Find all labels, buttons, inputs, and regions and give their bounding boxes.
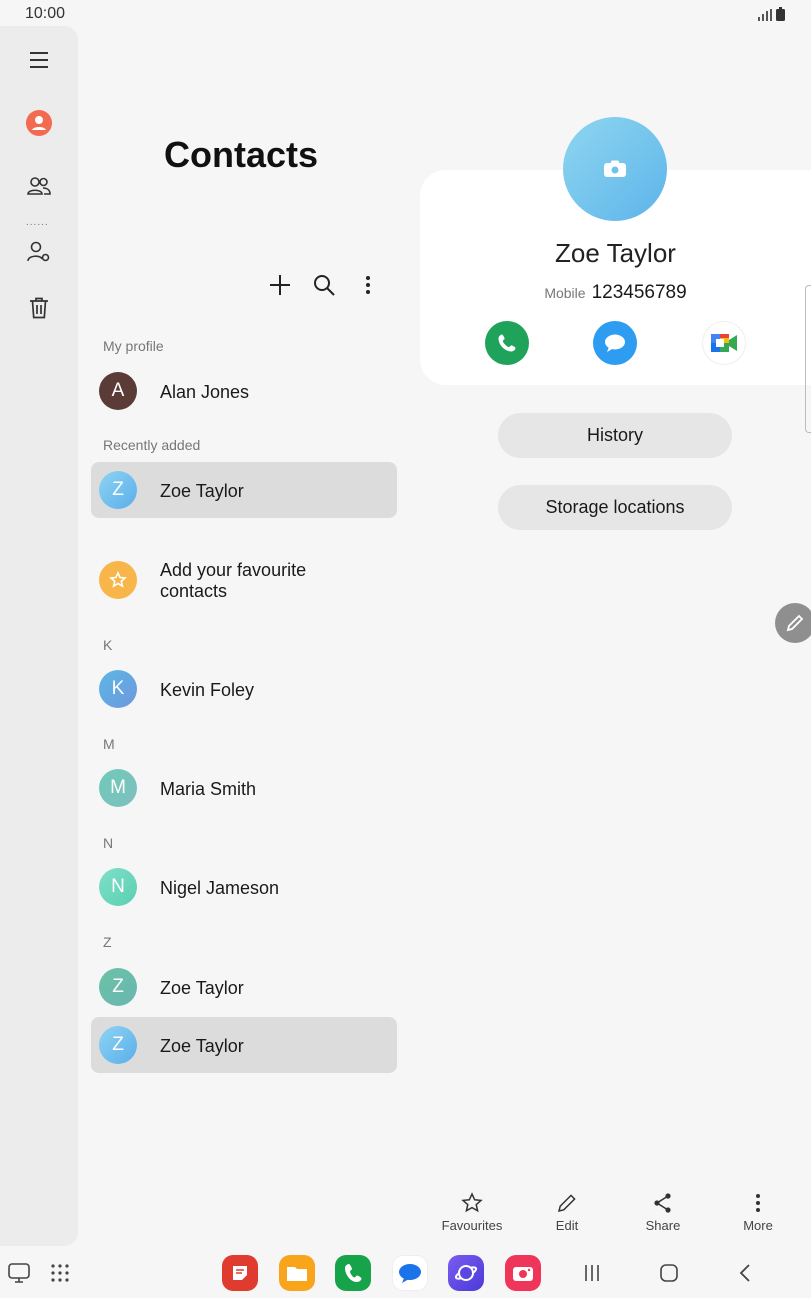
- video-call-icon: [711, 334, 737, 352]
- history-button[interactable]: History: [498, 413, 732, 458]
- pencil-icon: [786, 614, 804, 632]
- app-drawer-icon[interactable]: [46, 1260, 74, 1286]
- storage-locations-button[interactable]: Storage locations: [498, 485, 732, 530]
- home-nav-icon[interactable]: [655, 1260, 683, 1286]
- rail-separator: ......: [26, 217, 49, 228]
- status-bar: 10:00: [0, 0, 811, 28]
- back-nav-icon[interactable]: [731, 1260, 759, 1286]
- favourites-prompt: Add your favourite contacts: [160, 560, 307, 601]
- favourites-label: Favourites: [441, 1218, 503, 1233]
- contact-name: Zoe Taylor: [160, 978, 244, 998]
- menu-icon[interactable]: [19, 40, 59, 80]
- favourites-button[interactable]: Favourites: [432, 1190, 512, 1233]
- add-favourites-row[interactable]: Add your favourite contacts: [91, 552, 397, 608]
- contact-row[interactable]: N Nigel Jameson: [91, 859, 397, 915]
- contact-phone: Mobile 123456789: [420, 282, 811, 304]
- video-call-button[interactable]: [702, 321, 746, 365]
- section-header-z: Z: [103, 934, 112, 950]
- contacts-list-pane: Contacts My profile A Alan Jones Recentl…: [78, 26, 418, 1186]
- message-button[interactable]: [593, 321, 637, 365]
- avatar: N: [99, 868, 137, 906]
- contact-name: Maria Smith: [160, 779, 257, 799]
- battery-icon: [776, 7, 785, 21]
- contact-name: Zoe Taylor: [160, 481, 244, 501]
- contact-name: Nigel Jameson: [160, 878, 280, 898]
- phone-number[interactable]: 123456789: [592, 282, 687, 303]
- call-button[interactable]: [485, 321, 529, 365]
- avatar: K: [99, 670, 137, 708]
- contact-row[interactable]: K Kevin Foley: [91, 661, 397, 717]
- notes-app-icon[interactable]: [222, 1255, 258, 1291]
- avatar: A: [99, 372, 137, 410]
- contact-name: Alan Jones: [160, 382, 250, 402]
- more-label: More: [743, 1218, 773, 1233]
- share-icon: [623, 1190, 703, 1216]
- search-icon[interactable]: [312, 272, 336, 298]
- list-toolbar: [268, 272, 380, 298]
- files-app-icon[interactable]: [279, 1255, 315, 1291]
- section-label-my-profile: My profile: [103, 338, 164, 354]
- more-button[interactable]: More: [718, 1190, 798, 1233]
- add-icon[interactable]: [268, 272, 292, 298]
- contact-name: Zoe Taylor: [160, 1036, 244, 1056]
- page-title: Contacts: [164, 134, 319, 175]
- message-icon: [605, 334, 625, 352]
- contacts-group-icon[interactable]: [19, 166, 59, 206]
- edit-fab-button[interactable]: [775, 603, 811, 643]
- section-header-m: M: [103, 736, 115, 752]
- avatar: Z: [99, 968, 137, 1006]
- more-vert-icon: [718, 1190, 798, 1216]
- contact-photo[interactable]: [563, 117, 667, 221]
- contact-row[interactable]: Z Zoe Taylor: [91, 1017, 397, 1073]
- signal-icon: [758, 9, 772, 21]
- camera-icon: [604, 160, 626, 177]
- recent-apps-panel-icon[interactable]: [5, 1260, 33, 1286]
- camera-app-icon[interactable]: [505, 1255, 541, 1291]
- avatar: M: [99, 769, 137, 807]
- contact-name: Kevin Foley: [160, 680, 255, 700]
- star-icon: [432, 1190, 512, 1216]
- status-time: 10:00: [25, 5, 66, 22]
- status-icons: [758, 7, 785, 21]
- more-vert-icon[interactable]: [356, 272, 380, 298]
- section-header-k: K: [103, 637, 113, 653]
- trash-icon[interactable]: [19, 288, 59, 328]
- star-icon: [99, 561, 137, 599]
- contact-row[interactable]: M Maria Smith: [91, 760, 397, 816]
- contact-row[interactable]: Z Zoe Taylor: [91, 959, 397, 1015]
- messages-app-icon[interactable]: [392, 1255, 428, 1291]
- avatar: Z: [99, 471, 137, 509]
- navigation-rail: ......: [0, 26, 78, 1246]
- recently-added-row[interactable]: Z Zoe Taylor: [91, 462, 397, 518]
- taskbar: [0, 1248, 811, 1298]
- pencil-icon: [527, 1190, 607, 1216]
- side-panel-handle[interactable]: [805, 285, 811, 433]
- call-icon: [498, 334, 516, 352]
- share-label: Share: [645, 1218, 681, 1233]
- internet-app-icon[interactable]: [448, 1255, 484, 1291]
- section-header-n: N: [103, 835, 114, 851]
- phone-app-icon[interactable]: [335, 1255, 371, 1291]
- profile-icon[interactable]: [19, 103, 59, 143]
- edit-label: Edit: [555, 1218, 579, 1233]
- bottom-action-bar: Favourites Edit Share More: [0, 1190, 811, 1240]
- my-profile-row[interactable]: A Alan Jones: [91, 363, 397, 419]
- phone-label: Mobile: [544, 285, 586, 301]
- manage-contacts-icon[interactable]: [19, 232, 59, 272]
- contact-detail-name: Zoe Taylor: [555, 238, 676, 268]
- recents-nav-icon[interactable]: [578, 1260, 606, 1286]
- share-button[interactable]: Share: [623, 1190, 703, 1233]
- avatar: Z: [99, 1026, 137, 1064]
- edit-button[interactable]: Edit: [527, 1190, 607, 1233]
- section-label-recently-added: Recently added: [103, 437, 201, 453]
